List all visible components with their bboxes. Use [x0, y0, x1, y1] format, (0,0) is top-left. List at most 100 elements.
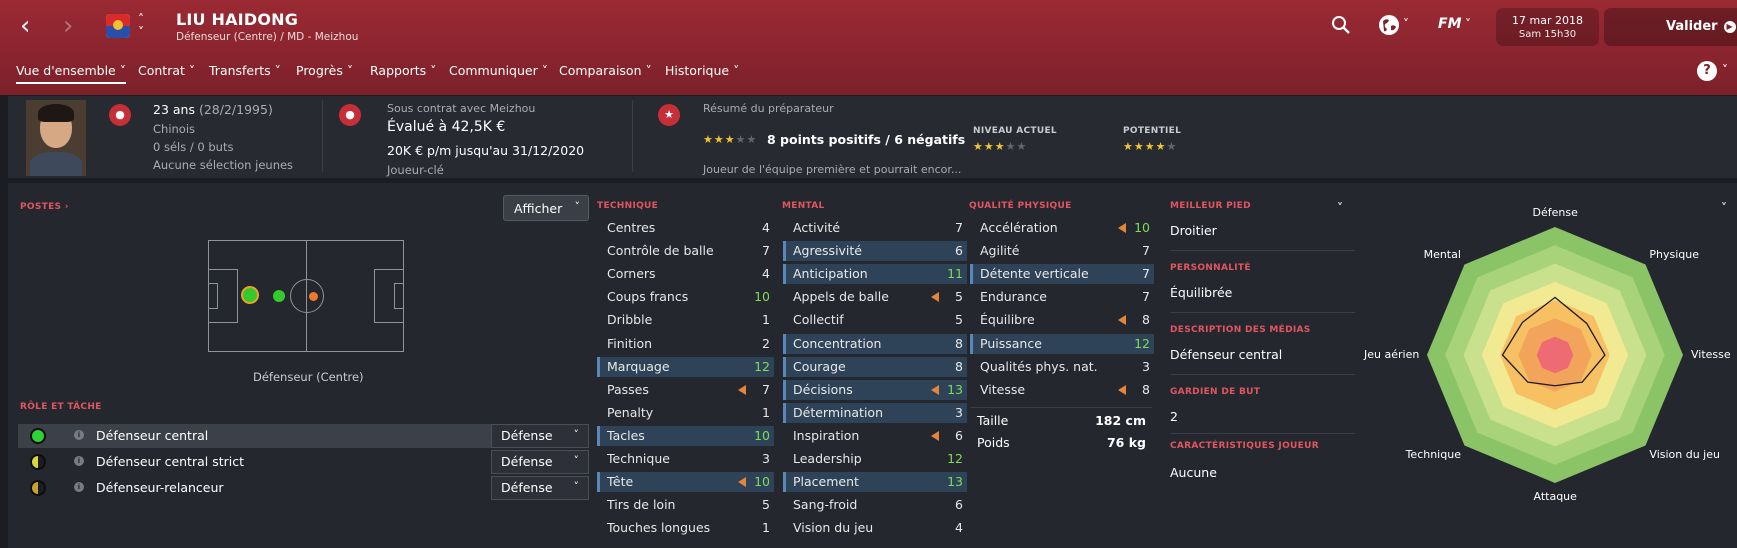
- chevron-down-icon[interactable]: ˅: [138, 25, 144, 39]
- info-icon[interactable]: i: [74, 482, 84, 492]
- attribute-row[interactable]: Détente verticale 7: [970, 264, 1154, 285]
- attribute-row[interactable]: Activité 7: [783, 218, 967, 238]
- attribute-name: Activité: [793, 220, 841, 235]
- time-line: Sam 15h30: [1518, 29, 1577, 40]
- attribute-row[interactable]: Finition 2: [597, 334, 774, 354]
- duty-dropdown[interactable]: Défense ˅: [491, 424, 589, 448]
- attribute-row[interactable]: Puissance 12: [970, 333, 1154, 354]
- squad-status: Joueur-clé: [387, 163, 444, 177]
- star-icon: ★: [713, 133, 725, 146]
- attribute-name: Puissance: [980, 335, 1042, 351]
- attribute-row[interactable]: Leadership 12: [783, 449, 967, 469]
- attribute-row[interactable]: Marquage 12: [597, 356, 774, 377]
- role-row[interactable]: i Défenseur central strict: [18, 450, 494, 474]
- attribute-row[interactable]: Touches longues 1: [597, 518, 774, 538]
- role-row[interactable]: i Défenseur central: [18, 424, 494, 448]
- attribute-name: Agilité: [980, 243, 1020, 259]
- current-ability-label: NIVEAU ACTUEL: [973, 126, 1057, 136]
- validate-button[interactable]: Valider ▶: [1604, 8, 1737, 46]
- attribute-row[interactable]: Tête 10: [597, 472, 774, 493]
- attribute-row[interactable]: Vitesse 8: [970, 380, 1154, 400]
- role-row[interactable]: i Défenseur-relanceur: [18, 476, 494, 500]
- attribute-row[interactable]: Passes 7: [597, 380, 774, 400]
- attribute-row[interactable]: Qualités phys. nat. 3: [970, 357, 1154, 377]
- forward-arrow-icon[interactable]: ›: [63, 12, 73, 40]
- attribute-row[interactable]: Accélération 10: [970, 218, 1154, 238]
- attribute-row[interactable]: Anticipation 11: [783, 264, 967, 285]
- player-caps: 0 séls / 0 buts: [153, 140, 234, 154]
- positions-title[interactable]: POSTES ›: [20, 202, 69, 212]
- menu-item-communicate[interactable]: Communiquer ˅: [449, 63, 548, 78]
- attribute-row[interactable]: Corners 4: [597, 264, 774, 284]
- attribute-value: 8: [955, 335, 963, 351]
- attribute-name: Passes: [607, 381, 649, 397]
- menu-item-reports[interactable]: Rapports ˅: [370, 63, 436, 78]
- attribute-row[interactable]: Agilité 7: [970, 241, 1154, 261]
- attribute-name: Concentration: [793, 335, 882, 351]
- fm-chevron-down-icon[interactable]: ˅: [1465, 17, 1471, 31]
- attribute-row[interactable]: Contrôle de balle 7: [597, 241, 774, 261]
- divider: [970, 407, 1152, 408]
- attribute-row[interactable]: Courage 8: [783, 356, 967, 377]
- attribute-row[interactable]: Technique 3: [597, 449, 774, 469]
- attribute-value: 13: [947, 381, 963, 397]
- chevron-down-icon[interactable]: ˅: [1337, 201, 1343, 215]
- attribute-row[interactable]: Penalty 1: [597, 403, 774, 423]
- duty-dropdown[interactable]: Défense ˅: [491, 476, 589, 500]
- attribute-value: 13: [947, 474, 963, 490]
- menu-item-contract[interactable]: Contrat ˅: [138, 63, 195, 78]
- help-chevron-down-icon[interactable]: ˅: [1722, 63, 1728, 77]
- attribute-row[interactable]: Appels de balle 5: [783, 287, 967, 307]
- menu-item-history[interactable]: Historique ˅: [665, 63, 739, 78]
- globe-icon[interactable]: [1378, 14, 1400, 36]
- divider: [1170, 250, 1355, 251]
- attribute-row[interactable]: Équilibre 8: [970, 310, 1154, 330]
- date-display[interactable]: 17 mar 2018 Sam 15h30: [1496, 8, 1599, 46]
- menu-item-comparison[interactable]: Comparaison ˅: [559, 63, 652, 78]
- attribute-value: 12: [1134, 335, 1150, 351]
- attribute-row[interactable]: Décisions 13: [783, 379, 967, 400]
- star-icon: ★: [973, 140, 984, 153]
- attribute-row[interactable]: Inspiration 6: [783, 426, 967, 446]
- search-icon[interactable]: [1331, 15, 1351, 35]
- radar-chevron-down-icon[interactable]: ˅: [1721, 201, 1727, 215]
- divider: [1170, 312, 1355, 313]
- attribute-row[interactable]: Tirs de loin 5: [597, 495, 774, 515]
- duty-dropdown[interactable]: Défense ˅: [491, 450, 589, 474]
- attribute-value: 7: [1142, 266, 1150, 282]
- globe-chevron-down-icon[interactable]: ˅: [1403, 17, 1409, 31]
- menu-item-overview[interactable]: Vue d'ensemble ˅: [16, 63, 126, 84]
- back-arrow-icon[interactable]: ‹: [20, 12, 30, 40]
- attribute-row[interactable]: Tacles 10: [597, 425, 774, 446]
- attribute-row[interactable]: Endurance 7: [970, 287, 1154, 307]
- fm-menu-button[interactable]: FM: [1438, 16, 1462, 32]
- role-name: Défenseur-relanceur: [96, 480, 224, 495]
- attribute-row[interactable]: Dribble 1: [597, 310, 774, 330]
- attribute-row[interactable]: Concentration 8: [783, 333, 967, 354]
- menu-item-progress[interactable]: Progrès ˅: [296, 63, 353, 78]
- weight-value: 76 kg: [1106, 435, 1146, 450]
- attribute-row[interactable]: Agressivité 6: [783, 241, 967, 262]
- coach-report-title[interactable]: Résumé du préparateur: [703, 102, 834, 115]
- media-description-title: DESCRIPTION DES MÉDIAS: [1170, 325, 1311, 335]
- star-icon: ★: [1155, 140, 1167, 153]
- info-icon[interactable]: i: [74, 430, 84, 440]
- info-icon[interactable]: i: [74, 456, 84, 466]
- help-button[interactable]: ?: [1697, 61, 1717, 81]
- attribute-name: Technique: [607, 451, 670, 466]
- display-dropdown[interactable]: Afficher ˅: [503, 195, 589, 221]
- attribute-name: Endurance: [980, 289, 1047, 305]
- attribute-row[interactable]: Centres 4: [597, 218, 774, 238]
- attribute-row[interactable]: Vision du jeu 4: [783, 518, 967, 538]
- technique-title: TECHNIQUE: [597, 201, 659, 211]
- attribute-row[interactable]: Détermination 3: [783, 402, 967, 423]
- chevron-down-icon: ˅: [573, 428, 580, 441]
- menu-item-transfers[interactable]: Transferts ˅: [209, 63, 281, 78]
- attribute-row[interactable]: Coups francs 10: [597, 287, 774, 307]
- attribute-row[interactable]: Placement 13: [783, 472, 967, 493]
- chevron-up-icon[interactable]: ˄: [138, 12, 144, 26]
- player-traits-value: Aucune: [1170, 465, 1217, 480]
- attribute-row[interactable]: Sang-froid 6: [783, 495, 967, 515]
- attribute-row[interactable]: Collectif 5: [783, 310, 967, 330]
- attribute-name: Coups francs: [607, 289, 689, 305]
